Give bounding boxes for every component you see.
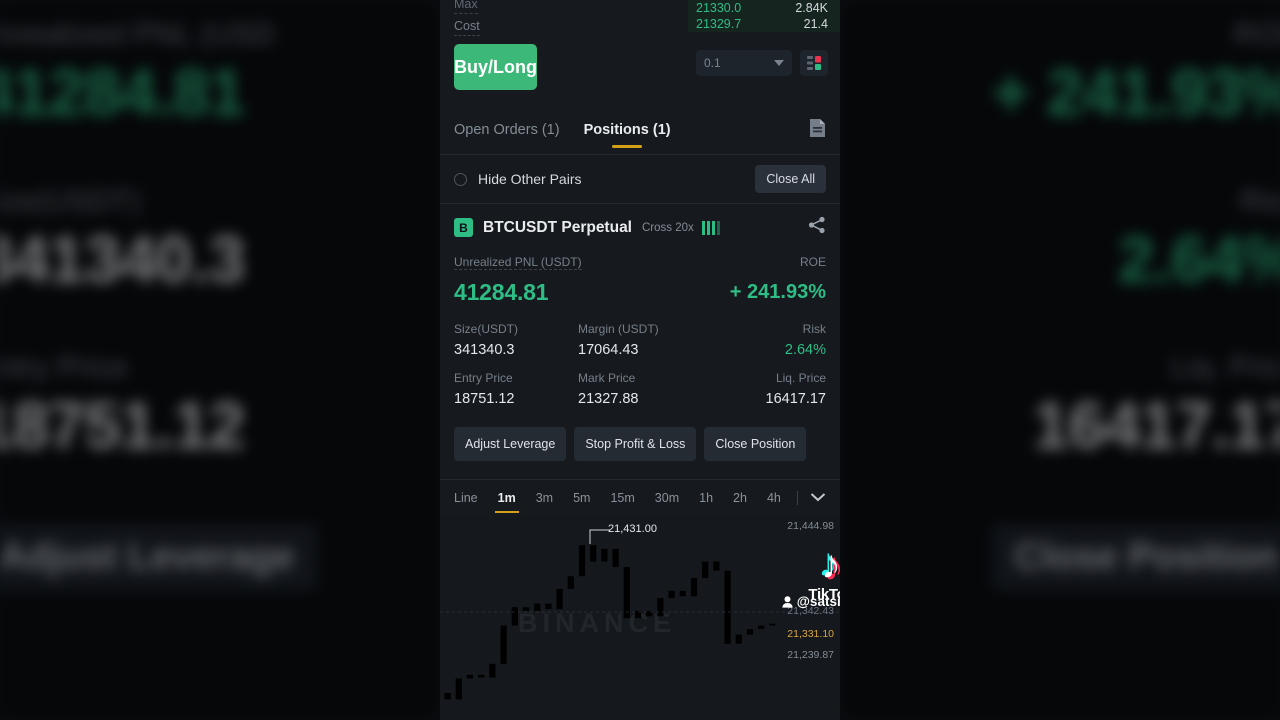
- metric-liq-price: Liq. Price 16417.17: [702, 371, 826, 407]
- bg-pnl-label: Unrealized PNL (USD: [0, 18, 276, 51]
- timeframe-30m[interactable]: 30m: [645, 480, 689, 516]
- bg-roe-label: ROE: [1233, 18, 1280, 51]
- background-blur-left: Unrealized PNL (USD 41284.81 Size(USDT) …: [0, 0, 440, 720]
- timeframe-line[interactable]: Line: [454, 480, 488, 516]
- metric-value: 16417.17: [765, 391, 826, 407]
- position-metrics: Size(USDT) 341340.3 Margin (USDT) 17064.…: [454, 322, 826, 407]
- metric-label: Liq. Price: [775, 371, 826, 385]
- timeframe-4h[interactable]: 4h: [757, 480, 791, 516]
- pnl-label: Unrealized PNL (USDT): [454, 255, 582, 270]
- candlestick-series: [444, 545, 776, 700]
- metric-value: 18751.12: [454, 391, 515, 407]
- metric-label: Size(USDT): [454, 322, 519, 336]
- timeframe-1h[interactable]: 1h: [689, 480, 723, 516]
- timeframe-5m[interactable]: 5m: [563, 480, 600, 516]
- bg-size-label: Size(USDT): [0, 184, 142, 218]
- close-position-button[interactable]: Close Position: [704, 427, 807, 461]
- bg-liq-label: Liq. Price: [1170, 351, 1280, 385]
- share-icon[interactable]: [808, 216, 826, 239]
- cost-label: Cost: [454, 18, 480, 36]
- bg-size-value: 341340.3: [0, 221, 245, 296]
- orderbook-row[interactable]: 21330.0 2.84K: [688, 0, 840, 16]
- screenshot-root: Unrealized PNL (USD 41284.81 Size(USDT) …: [0, 0, 1280, 720]
- bg-pnl-value: 41284.81: [0, 55, 245, 129]
- tick-size-value: 0.1: [704, 56, 721, 70]
- bg-entry-label: Entry Price: [0, 351, 129, 385]
- bg-risk-label: Risk: [1240, 184, 1280, 218]
- filters-row: Hide Other Pairs Close All: [440, 155, 840, 203]
- metric-entry-price: Entry Price 18751.12: [454, 371, 578, 407]
- orderbook-qty: 21.4: [803, 17, 828, 31]
- current-price-label: 21,331.10: [787, 628, 834, 640]
- timeframe-2h[interactable]: 2h: [723, 480, 757, 516]
- orderbook-controls: 0.1: [688, 32, 840, 76]
- pnl-value: 41284.81: [454, 279, 549, 305]
- hide-other-pairs-radio[interactable]: [454, 172, 467, 186]
- timeframe-3m[interactable]: 3m: [526, 480, 563, 516]
- close-all-button[interactable]: Close All: [755, 165, 826, 193]
- position-leverage[interactable]: Cross 20x: [642, 222, 694, 234]
- bg-adjust-leverage: Adjust Leverage: [0, 523, 317, 591]
- position-actions: Adjust Leverage Stop Profit & Loss Close…: [454, 427, 826, 461]
- metric-size: Size(USDT) 341340.3: [454, 322, 578, 358]
- orderbook-price: 21329.7: [696, 17, 742, 31]
- timeframe-separator: [796, 491, 798, 505]
- chevron-down-icon: [774, 60, 784, 66]
- metric-mark-price: Mark Price 21327.88: [578, 371, 702, 407]
- metric-value: 21327.88: [578, 391, 639, 407]
- order-tabs: Open Orders (1) Positions (1): [440, 106, 840, 154]
- metric-risk: Risk 2.64%: [702, 322, 826, 358]
- timeframe-1m[interactable]: 1m: [488, 480, 526, 516]
- pnl-row: Unrealized PNL (USDT) 41284.81 ROE + 241…: [454, 253, 826, 306]
- bg-risk-value: 2.64%: [1117, 221, 1280, 296]
- metric-value: 341340.3: [454, 342, 515, 358]
- metric-label: Entry Price: [454, 371, 513, 385]
- bg-liq-value: 16417.17: [1032, 388, 1280, 463]
- metric-value: 17064.43: [578, 342, 639, 358]
- timeframe-bar: Line 1m 3m 5m 15m 30m 1h 2h 4h: [440, 479, 840, 516]
- price-chart[interactable]: BINANCE 21,431.00 21,444.98 21,342.43 21…: [440, 516, 840, 720]
- axis-label-top: 21,444.98: [787, 520, 834, 532]
- roe-label: ROE: [799, 255, 826, 269]
- orderbook-price: 21330.0: [696, 1, 742, 15]
- order-history-icon[interactable]: [809, 118, 826, 143]
- axis-label-mid: 21,342.43: [787, 605, 834, 617]
- bg-roe-value: + 241.93%: [991, 55, 1280, 129]
- metric-label: Mark Price: [578, 371, 636, 385]
- bg-entry-value: 18751.12: [0, 388, 245, 463]
- chevron-down-icon[interactable]: [810, 489, 826, 507]
- tick-size-select[interactable]: 0.1: [696, 50, 792, 76]
- depth-view-icon[interactable]: [800, 50, 828, 76]
- binance-badge-icon: B: [454, 218, 473, 237]
- hide-other-pairs-label: Hide Other Pairs: [478, 171, 582, 187]
- stop-profit-loss-button[interactable]: Stop Profit & Loss: [574, 427, 697, 461]
- risk-bars-icon: [701, 220, 720, 235]
- tab-open-orders[interactable]: Open Orders (1): [454, 106, 560, 154]
- axis-label-bottom: 21,239.87: [787, 649, 834, 661]
- position-header: B BTCUSDT Perpetual Cross 20x: [454, 216, 826, 239]
- metric-margin: Margin (USDT) 17064.43: [578, 322, 702, 358]
- max-label: Max: [454, 0, 478, 14]
- bg-close-position: Close Position: [992, 523, 1280, 591]
- metric-value: 2.64%: [784, 342, 826, 358]
- buy-long-button[interactable]: Buy/Long: [454, 44, 537, 90]
- position-symbol[interactable]: BTCUSDT Perpetual: [483, 219, 632, 237]
- orderbook-qty: 2.84K: [795, 1, 828, 15]
- orderbook-row[interactable]: 21329.7 21.4: [688, 16, 840, 32]
- timeframe-15m[interactable]: 15m: [600, 480, 644, 516]
- phone-panel: Max 658742.4 USDT Cost 0.00 USDT Buy/Lon…: [440, 0, 840, 720]
- metric-label: Margin (USDT): [578, 322, 659, 336]
- metric-label: Risk: [802, 322, 826, 336]
- position-card: B BTCUSDT Perpetual Cross 20x Unrealized…: [440, 204, 840, 461]
- background-blur-right: ROE + 241.93% Risk 2.64% Liq. Price 1641…: [840, 0, 1280, 720]
- adjust-leverage-button[interactable]: Adjust Leverage: [454, 427, 567, 461]
- orderbook-snippet: 21330.0 2.84K 21329.7 21.4 0.1: [688, 0, 840, 76]
- roe-value: + 241.93%: [729, 281, 826, 303]
- high-annotation-label: 21,431.00: [608, 523, 657, 535]
- tab-positions[interactable]: Positions (1): [584, 106, 671, 154]
